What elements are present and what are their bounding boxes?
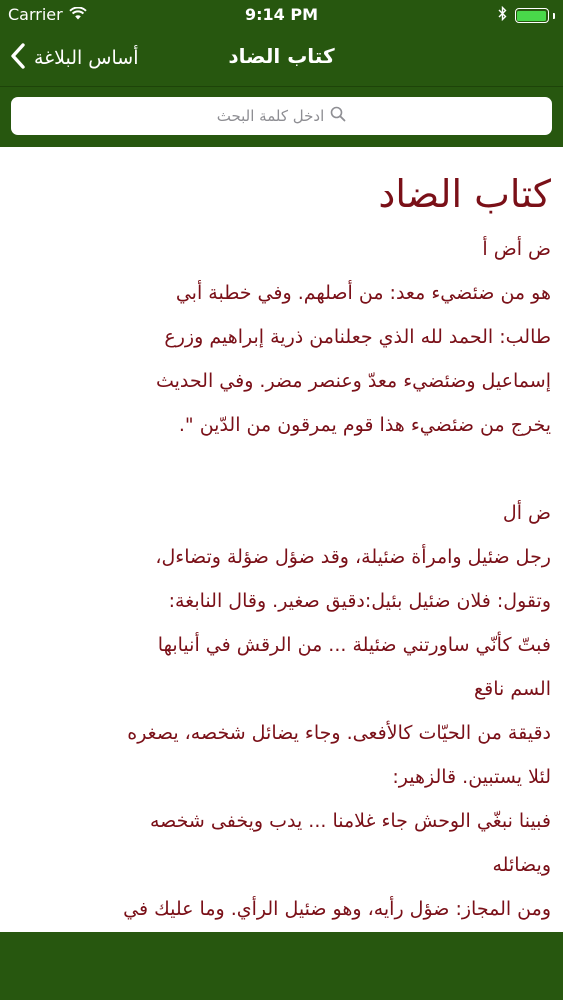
section-heading: ض أل bbox=[502, 502, 551, 524]
text-line: السم ناقع bbox=[474, 678, 551, 700]
page-title: كتاب الضاد bbox=[228, 44, 335, 68]
section-1: ض أض أ هو من ضئضيء معد: من أصلهم. وفي خط… bbox=[12, 227, 551, 447]
text-line: ويضائله bbox=[492, 854, 552, 876]
entry-title: كتاب الضاد bbox=[378, 172, 551, 216]
nav-bar: أساس البلاغة كتاب الضاد bbox=[0, 30, 563, 86]
text-line: يخرج من ضئضيء هذا قوم يمرقون من الدّين "… bbox=[178, 414, 551, 436]
text-line: فبينا نبغّي الوحش جاء غلامنا ... يدب ويخ… bbox=[150, 810, 551, 832]
text-line: إسماعيل وضئضيء معدّ وعنصر مضر. وفي الحدي… bbox=[155, 370, 551, 392]
battery-tip bbox=[552, 12, 555, 19]
bottom-toolbar bbox=[0, 932, 563, 1000]
text-line: طالب: الحمد لله الذي جعلنامن ذرية إبراهي… bbox=[164, 326, 551, 348]
battery-icon bbox=[514, 8, 549, 23]
text-line: ومن المجاز: ضؤل رأيه، وهو ضئيل الرأي. وم… bbox=[123, 898, 551, 920]
bluetooth-icon bbox=[498, 5, 507, 25]
search-placeholder: ادخل كلمة البحث bbox=[216, 107, 325, 125]
search-bar: ادخل كلمة البحث bbox=[11, 97, 552, 135]
text-line: وتقول: فلان ضئيل بئيل:دقيق صغير. وقال ال… bbox=[168, 590, 551, 612]
section-2: ض أل رجل ضئيل وامرأة ضئيلة، وقد ضؤل ضؤلة… bbox=[12, 491, 551, 931]
text-line: فبتّ كأنّي ساورتني ضئيلة ... من الرقش في… bbox=[157, 634, 551, 656]
text-line: رجل ضئيل وامرأة ضئيلة، وقد ضؤل ضؤلة وتضا… bbox=[155, 546, 551, 568]
status-bar: Carrier 9:14 PM bbox=[0, 0, 563, 30]
status-time: 9:14 PM bbox=[244, 5, 318, 24]
search-input[interactable]: ادخل كلمة البحث bbox=[11, 97, 552, 135]
status-right bbox=[498, 5, 555, 25]
text-line: لئلا يستبين. قالزهير: bbox=[392, 766, 551, 788]
top-bar: Carrier 9:14 PM أساس البلاغة كتاب الضاد … bbox=[0, 0, 563, 147]
entry-content: كتاب الضاد ض أض أ هو من ضئضيء معد: من أص… bbox=[0, 147, 563, 932]
nav-divider bbox=[0, 86, 563, 87]
text-line: هو من ضئضيء معد: من أصلهم. وفي خطبة أبي bbox=[175, 282, 551, 304]
section-heading: ض أض أ bbox=[482, 238, 551, 260]
search-icon bbox=[330, 106, 346, 126]
text-line: دقيقة من الحيّات كالأفعى. وجاء يضائل شخص… bbox=[127, 722, 551, 744]
